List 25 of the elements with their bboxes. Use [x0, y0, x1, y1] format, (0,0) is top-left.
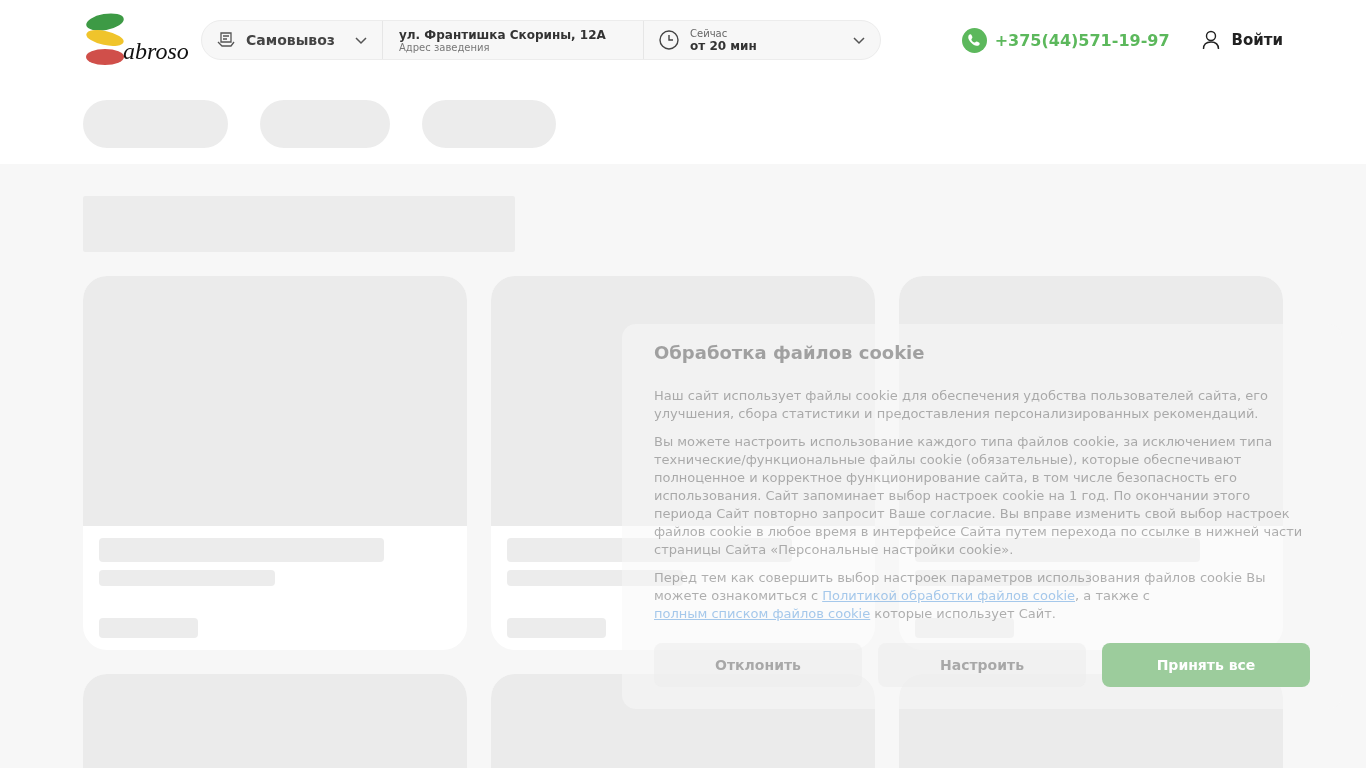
dialog-title: Обработка файлов cookie: [654, 342, 926, 363]
address-selector[interactable]: ул. Франтишка Скорины, 12А Адрес заведения: [383, 21, 644, 59]
bag-icon: [216, 30, 236, 50]
dialog-button[interactable]: Настроить: [878, 643, 1086, 687]
dialog-paragraph: Перед тем как совершить выбор настроек параметров использования файлов cookie Вы можете ознакомиться с Политикой обработки файлов cookie, а также с полным списком файлов cookie которые использует Сайт.: [654, 569, 1267, 623]
dialog-paragraph: Наш сайт использует файлы cookie для обеспечения удобства пользователей сайта, его улучшения, сбора статистики и предоставления персонализированных рекомендаций.: [654, 387, 1270, 423]
clock-icon: [658, 29, 680, 51]
user-icon: [1201, 30, 1220, 50]
time-label: Сейчас: [690, 27, 729, 39]
policy-link[interactable]: полным списком файлов cookie: [654, 606, 871, 621]
logo-s-icon: [85, 13, 125, 67]
dialog-button[interactable]: Отклонить: [654, 643, 862, 687]
time-selector[interactable]: Сейчас от 20 мин: [644, 21, 880, 59]
logo-text: abroso: [123, 38, 189, 65]
dialog-paragraph: Вы можете настроить использование каждого типа файлов cookie, за исключением типа технические/функциональные файлы cookie (обязательные), которые обеспечивают полноценное и корректное функционирование сайта, в том числе безопасность его использования. Сайт запоминает выбор настроек cookie на 1 год. По окончании этого периода Сайт повторно запросит Ваше согласие. Вы вправе изменить свой выбор настроек файлов cookie в любое время в интерфейсе Сайта путем перехода по ссылке в нижней части страницы Сайта «Персональные настройки cookie».: [654, 433, 1304, 559]
phone-icon: [961, 27, 987, 53]
address-value: ул. Франтишка Скорины, 12А: [399, 27, 606, 42]
login-link[interactable]: Войти: [1201, 30, 1283, 50]
phone-link[interactable]: +375(44)571-19-97: [961, 27, 1170, 53]
policy-link[interactable]: Политикой обработки файлов cookie: [822, 588, 1076, 603]
accept-all-button[interactable]: Принять все: [1102, 643, 1310, 687]
delivery-selector[interactable]: Самовывоз: [202, 21, 383, 59]
delivery-label: Самовывоз: [246, 32, 336, 48]
address-label: Адрес заведения: [399, 41, 490, 53]
time-value: от 20 мин: [690, 38, 758, 53]
